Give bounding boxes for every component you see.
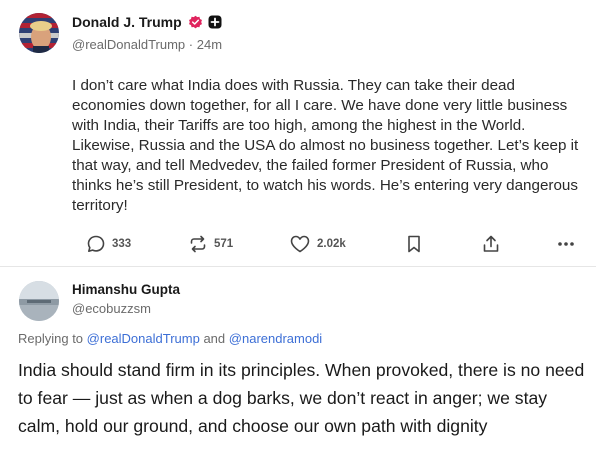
replying-conj: and [203,331,226,346]
reply-count: 333 [112,238,132,250]
plus-icon[interactable] [208,15,222,29]
share-icon [481,234,501,254]
reply-author-avatar[interactable] [19,281,59,321]
post-text: I don’t care what India does with Russia… [72,77,579,214]
more-button[interactable] [556,234,576,254]
post-divider [0,266,596,267]
repost-button[interactable]: 571 [188,234,233,254]
author-name[interactable]: Donald J. Trump [72,13,222,31]
author-handle-line: @realDonaldTrump · 24m [72,36,222,54]
post-actions: 333 571 2.02k [86,234,586,258]
handle-separator: · [188,37,194,52]
repost-icon [188,234,208,254]
reply-icon [86,234,106,254]
like-button[interactable]: 2.02k [289,234,346,254]
author-avatar[interactable] [19,13,59,53]
author-handle[interactable]: @realDonaldTrump [72,37,185,52]
post-time[interactable]: 24m [197,37,222,52]
replying-to-line: Replying to @realDonaldTrump and @narend… [18,331,322,347]
like-icon [289,234,311,254]
share-button[interactable] [481,234,501,254]
reply-text: India should stand firm in its principle… [18,360,585,436]
replying-prefix: Replying to [18,331,84,346]
like-count: 2.02k [317,238,346,250]
more-icon [556,234,576,254]
reply-author-handle[interactable]: @ecobuzzsm [72,301,151,317]
reply-button[interactable]: 333 [86,234,131,254]
mention-link-2[interactable]: @narendramodi [229,331,322,346]
author-name-text[interactable]: Donald J. Trump [72,13,182,31]
mention-link-1[interactable]: @realDonaldTrump [87,331,200,346]
verified-icon [188,15,203,30]
reply-author-name[interactable]: Himanshu Gupta [72,282,180,298]
bookmark-icon [404,234,424,254]
repost-count: 571 [214,238,234,250]
bookmark-button[interactable] [404,234,424,254]
